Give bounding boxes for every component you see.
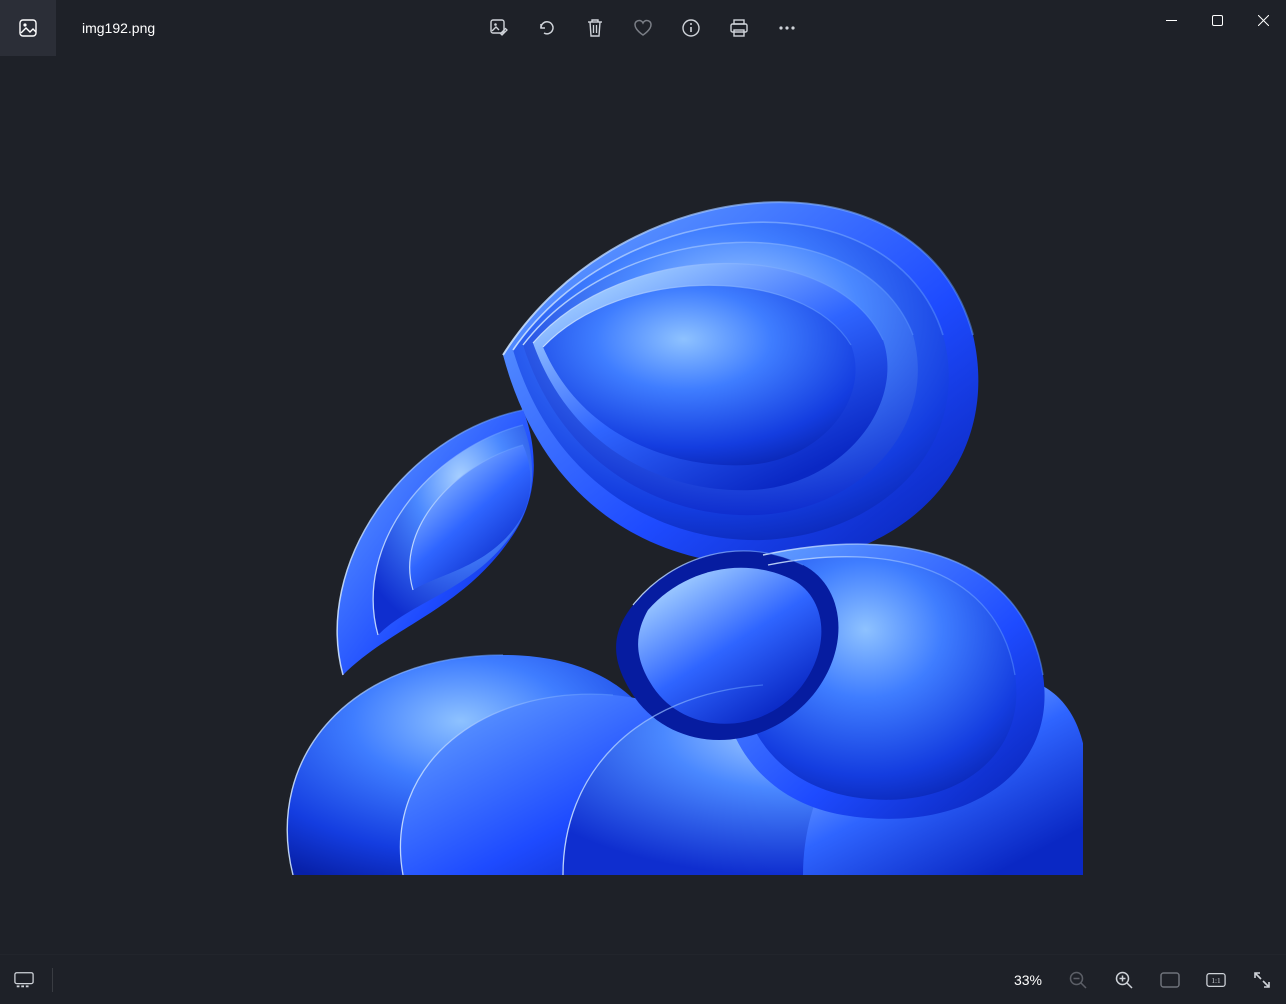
window-controls [1148,0,1286,40]
actual-size-button[interactable]: 1:1 [1206,970,1226,990]
info-button[interactable] [681,18,701,38]
edit-image-icon [489,18,509,38]
print-button[interactable] [729,18,749,38]
close-button[interactable] [1240,0,1286,40]
filmstrip-toggle-button[interactable] [14,970,34,990]
more-icon [777,18,797,38]
rotate-icon [537,18,557,38]
app-icon[interactable] [0,0,56,56]
print-icon [729,18,749,38]
divider [52,968,53,992]
info-icon [681,18,701,38]
heart-icon [633,18,653,38]
filmstrip-icon [14,971,34,989]
maximize-icon [1212,15,1223,26]
close-icon [1258,15,1269,26]
rotate-button[interactable] [537,18,557,38]
bottom-right-controls: 33% 1:1 [1014,970,1272,990]
trash-icon [586,18,604,38]
displayed-image [203,135,1083,875]
minimize-icon [1166,15,1177,26]
zoom-percent-label[interactable]: 33% [1014,972,1042,988]
zoom-in-button[interactable] [1114,970,1134,990]
more-button[interactable] [777,18,797,38]
zoom-in-icon [1114,970,1134,990]
bottom-left-controls [14,968,53,992]
fullscreen-icon [1253,971,1271,989]
svg-text:1:1: 1:1 [1211,977,1221,985]
delete-button[interactable] [585,18,605,38]
actual-size-icon: 1:1 [1206,972,1226,988]
fit-to-window-button[interactable] [1160,970,1180,990]
image-canvas [0,56,1286,954]
zoom-out-icon [1068,970,1088,990]
fullscreen-button[interactable] [1252,970,1272,990]
edit-image-button[interactable] [489,18,509,38]
titlebar: img192.png [0,0,1286,56]
minimize-button[interactable] [1148,0,1194,40]
center-toolbar [489,18,797,38]
bottom-bar: 33% 1:1 [0,954,1286,1004]
image-viewer[interactable] [0,56,1286,954]
photos-app-icon [18,18,38,38]
favorite-button[interactable] [633,18,653,38]
maximize-button[interactable] [1194,0,1240,40]
fit-window-icon [1160,972,1180,988]
filename-label: img192.png [82,20,155,36]
zoom-out-button[interactable] [1068,970,1088,990]
